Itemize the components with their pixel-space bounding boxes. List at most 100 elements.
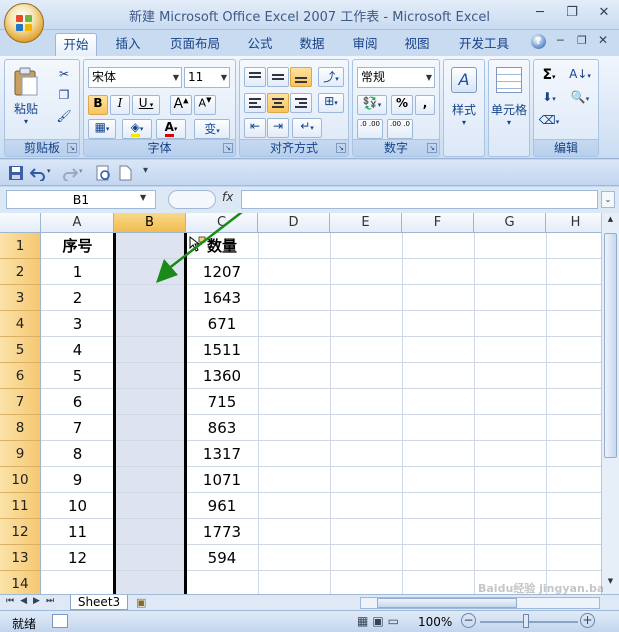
clear-eraser-icon[interactable]: ⌫▾ — [536, 112, 562, 130]
wrap-text-icon[interactable]: ↵▾ — [292, 118, 322, 138]
zoom-level[interactable]: 100% — [418, 615, 452, 629]
align-center-icon[interactable] — [267, 93, 289, 113]
alignment-launcher-icon[interactable]: ↘ — [336, 143, 346, 153]
tab-page-layout[interactable]: 页面布局 — [163, 33, 227, 55]
save-icon[interactable] — [8, 165, 24, 181]
border-button[interactable]: ▦▾ — [88, 119, 116, 139]
scroll-up-icon[interactable]: ▲ — [604, 215, 617, 228]
worksheet-grid[interactable]: A B C D E F G H 1 2 3 4 5 6 7 8 9 10 11 12 13 14 序号 数量 1… — [0, 213, 601, 594]
clipboard-launcher-icon[interactable]: ↘ — [67, 143, 77, 153]
fill-bucket-icon: ◈ — [130, 120, 140, 137]
decrease-indent-icon[interactable]: ⇤ — [244, 118, 266, 138]
expand-formula-bar-icon[interactable]: ⌄ — [601, 191, 615, 208]
name-box-dropdown-icon[interactable]: ▼ — [140, 193, 146, 202]
copy-icon[interactable]: ❐ — [55, 87, 73, 105]
autosum-button[interactable]: Σ▾ — [536, 66, 562, 84]
group-styles: A 样式 ▾ — [443, 59, 485, 157]
ribbon-tabs: 开始 插入 页面布局 公式 数据 审阅 视图 开发工具 — [0, 30, 619, 57]
group-editing: Σ▾ A↓▾ ⬇▾ 🔍▾ ⌫▾ 编辑 — [533, 59, 599, 157]
paste-button[interactable]: 粘贴 ▾ — [9, 64, 43, 126]
zoom-in-icon[interactable]: + — [580, 613, 595, 628]
decrease-decimal-button[interactable]: .00 .0 — [387, 119, 413, 139]
cells-icon — [496, 67, 522, 93]
phonetic-button[interactable]: 变▾ — [194, 119, 230, 139]
styles-button[interactable]: A 样式 ▾ — [446, 64, 482, 138]
undo-icon[interactable] — [30, 165, 46, 181]
workbook-restore-icon[interactable]: ❐ — [577, 34, 587, 47]
grow-font-button[interactable]: A▲ — [170, 95, 192, 115]
align-middle-icon[interactable] — [267, 67, 289, 87]
number-format-combo[interactable]: 常规 ▼ — [357, 67, 435, 88]
office-button[interactable] — [4, 3, 44, 43]
zoom-out-icon[interactable]: − — [461, 613, 476, 628]
name-box[interactable]: B1 — [6, 190, 156, 209]
font-color-button[interactable]: A▾ — [156, 119, 186, 139]
close-button[interactable]: ✕ — [595, 5, 613, 20]
align-top-icon[interactable] — [244, 67, 266, 87]
cut-icon[interactable]: ✂ — [55, 66, 73, 84]
macro-record-icon[interactable] — [52, 614, 68, 628]
fill-down-icon[interactable]: ⬇▾ — [536, 89, 562, 107]
tab-data[interactable]: 数据 — [292, 33, 332, 55]
vertical-scrollbar[interactable]: ▲ ▼ — [601, 213, 619, 594]
font-launcher-icon[interactable]: ↘ — [223, 143, 233, 153]
scroll-thumb[interactable] — [604, 233, 617, 458]
zoom-slider-handle[interactable] — [523, 614, 529, 628]
percent-button[interactable]: % — [391, 95, 413, 115]
font-name-combo[interactable]: 宋体 ▼ — [88, 67, 182, 88]
view-mode-icons[interactable]: ▦▣▭ — [357, 614, 403, 628]
tab-home[interactable]: 开始 — [55, 33, 97, 57]
undo-dropdown-icon[interactable]: ▾ — [47, 167, 51, 175]
font-size-combo[interactable]: 11 ▼ — [184, 67, 230, 88]
orientation-icon[interactable]: ⤴▾ — [318, 67, 344, 87]
zoom-slider[interactable] — [480, 621, 578, 623]
border-icon: ▦ — [94, 120, 106, 134]
shrink-font-button[interactable]: A▼ — [194, 95, 216, 115]
phonetic-label: 变 — [204, 122, 217, 136]
cells-button[interactable]: 单元格 ▾ — [489, 64, 529, 138]
tab-insert[interactable]: 插入 — [108, 33, 148, 55]
formula-input[interactable] — [241, 190, 598, 209]
sheet-nav-arrows-icon[interactable]: ⏮◀▶⏭ — [6, 596, 60, 606]
comma-button[interactable]: , — [415, 95, 435, 115]
group-label-font: 字体 — [84, 139, 235, 156]
align-bottom-icon[interactable] — [290, 67, 312, 87]
customize-qat-icon[interactable]: ▾ — [143, 165, 148, 176]
align-left-icon[interactable] — [244, 93, 266, 113]
new-document-icon[interactable] — [117, 165, 133, 181]
minimize-button[interactable]: ─ — [531, 5, 549, 20]
restore-button[interactable]: ❐ — [563, 5, 581, 20]
insert-function-icon[interactable]: fx — [222, 190, 238, 204]
tab-review[interactable]: 审阅 — [345, 33, 385, 55]
sort-filter-icon[interactable]: A↓▾ — [566, 66, 594, 84]
horizontal-scrollbar[interactable] — [360, 597, 600, 609]
increase-decimal-button[interactable]: .0 .00 — [357, 119, 383, 139]
fill-color-button[interactable]: ◈▾ — [122, 119, 152, 139]
help-icon[interactable]: ? — [531, 34, 546, 49]
underline-button[interactable]: U ▾ — [132, 95, 160, 115]
tab-view[interactable]: 视图 — [397, 33, 437, 55]
formula-bar-splitter[interactable] — [168, 190, 216, 209]
horizontal-scroll-thumb[interactable] — [377, 598, 517, 608]
align-right-icon[interactable] — [290, 93, 312, 113]
tab-developer[interactable]: 开发工具 — [452, 33, 516, 55]
workbook-close-icon[interactable]: ✕ — [598, 33, 608, 47]
ribbon-minimize-icon[interactable]: ─ — [557, 34, 564, 47]
insert-sheet-icon[interactable]: ▣ — [136, 596, 146, 609]
print-preview-icon[interactable] — [95, 165, 111, 181]
scroll-down-icon[interactable]: ▼ — [604, 577, 617, 590]
redo-icon[interactable] — [62, 165, 78, 181]
number-launcher-icon[interactable]: ↘ — [427, 143, 437, 153]
redo-dropdown-icon[interactable]: ▾ — [79, 167, 83, 175]
chevron-down-icon: ▼ — [220, 73, 227, 82]
format-painter-icon[interactable]: 🖌 — [55, 108, 73, 126]
italic-button[interactable]: I — [110, 95, 130, 115]
increase-indent-icon[interactable]: ⇥ — [267, 118, 289, 138]
find-select-icon[interactable]: 🔍▾ — [566, 89, 594, 107]
ribbon: 粘贴 ▾ ✂ ❐ 🖌 剪贴板 ↘ 宋体 ▼ 11 ▼ B I U ▾ A▲ A▼ ▦… — [0, 56, 619, 159]
merge-center-icon[interactable]: ⊞▾ — [318, 93, 344, 113]
bold-button[interactable]: B — [88, 95, 108, 115]
tab-formulas[interactable]: 公式 — [240, 33, 280, 55]
currency-icon[interactable]: 💱▾ — [357, 95, 387, 115]
sheet-tab-sheet3[interactable]: Sheet3 — [70, 595, 128, 610]
